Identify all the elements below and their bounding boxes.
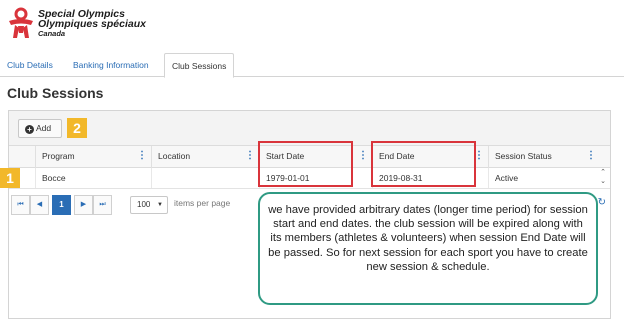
cell-location — [151, 168, 259, 188]
next-page-button[interactable]: ▶ — [74, 195, 93, 215]
end-date-highlight — [371, 141, 476, 187]
special-olympics-mark-icon — [9, 7, 33, 38]
current-page-button[interactable]: 1 — [52, 195, 71, 215]
refresh-icon[interactable]: ↻ — [598, 197, 606, 208]
column-header-label: Session Status — [495, 151, 552, 161]
tab-club-sessions[interactable]: Club Sessions — [164, 53, 235, 78]
chevron-up-icon[interactable]: ⌃ — [598, 168, 608, 177]
page-size-value: 100 — [137, 200, 151, 209]
column-menu-icon[interactable]: ⋮ — [137, 151, 147, 161]
caret-down-icon: ▼ — [157, 202, 163, 208]
column-menu-icon[interactable]: ⋮ — [586, 151, 596, 161]
chevron-down-icon[interactable]: ⌄ — [598, 177, 608, 186]
column-header-program[interactable]: Program ⋮ — [35, 146, 151, 168]
items-per-page-label: items per page — [174, 198, 231, 208]
annotation-badge-2: 2 — [67, 118, 87, 138]
tab-bar: Club Details Banking Information Club Se… — [0, 53, 624, 78]
tab-banking-information[interactable]: Banking Information — [66, 53, 156, 77]
column-header-label: Location — [158, 151, 191, 161]
first-page-button[interactable]: ⏮ — [11, 195, 30, 215]
column-header-session-status[interactable]: Session Status ⋮ — [488, 146, 600, 168]
tab-club-details[interactable]: Club Details — [0, 53, 60, 77]
add-session-button[interactable]: + Add — [18, 119, 62, 138]
annotation-callout: we have provided arbitrary dates (longer… — [258, 192, 598, 305]
column-header-location[interactable]: Location ⋮ — [151, 146, 259, 168]
column-menu-icon[interactable]: ⋮ — [358, 151, 368, 161]
cell-session-status: Active — [488, 168, 598, 188]
page-size-select[interactable]: 100 ▼ — [130, 196, 168, 214]
column-menu-icon[interactable]: ⋮ — [245, 151, 255, 161]
header-spacer — [9, 146, 35, 168]
row-scroll-arrows[interactable]: ⌃ ⌄ — [598, 168, 608, 189]
start-date-highlight — [258, 141, 353, 187]
last-page-button[interactable]: ⏭ — [93, 195, 112, 215]
prev-page-button[interactable]: ◀ — [30, 195, 49, 215]
annotation-badge-1: 1 — [0, 168, 20, 188]
special-olympics-logo: Special Olympics Olympiques spéciaux Can… — [6, 7, 196, 41]
cell-program: Bocce — [35, 168, 151, 188]
add-button-label: Add — [36, 123, 52, 133]
page-title: Club Sessions — [7, 85, 104, 101]
plus-circle-icon: + — [25, 125, 34, 134]
logo-line-2: Olympiques spéciaux — [38, 18, 146, 30]
column-header-label: Program — [42, 151, 75, 161]
logo-line-3: Canada — [38, 29, 66, 38]
